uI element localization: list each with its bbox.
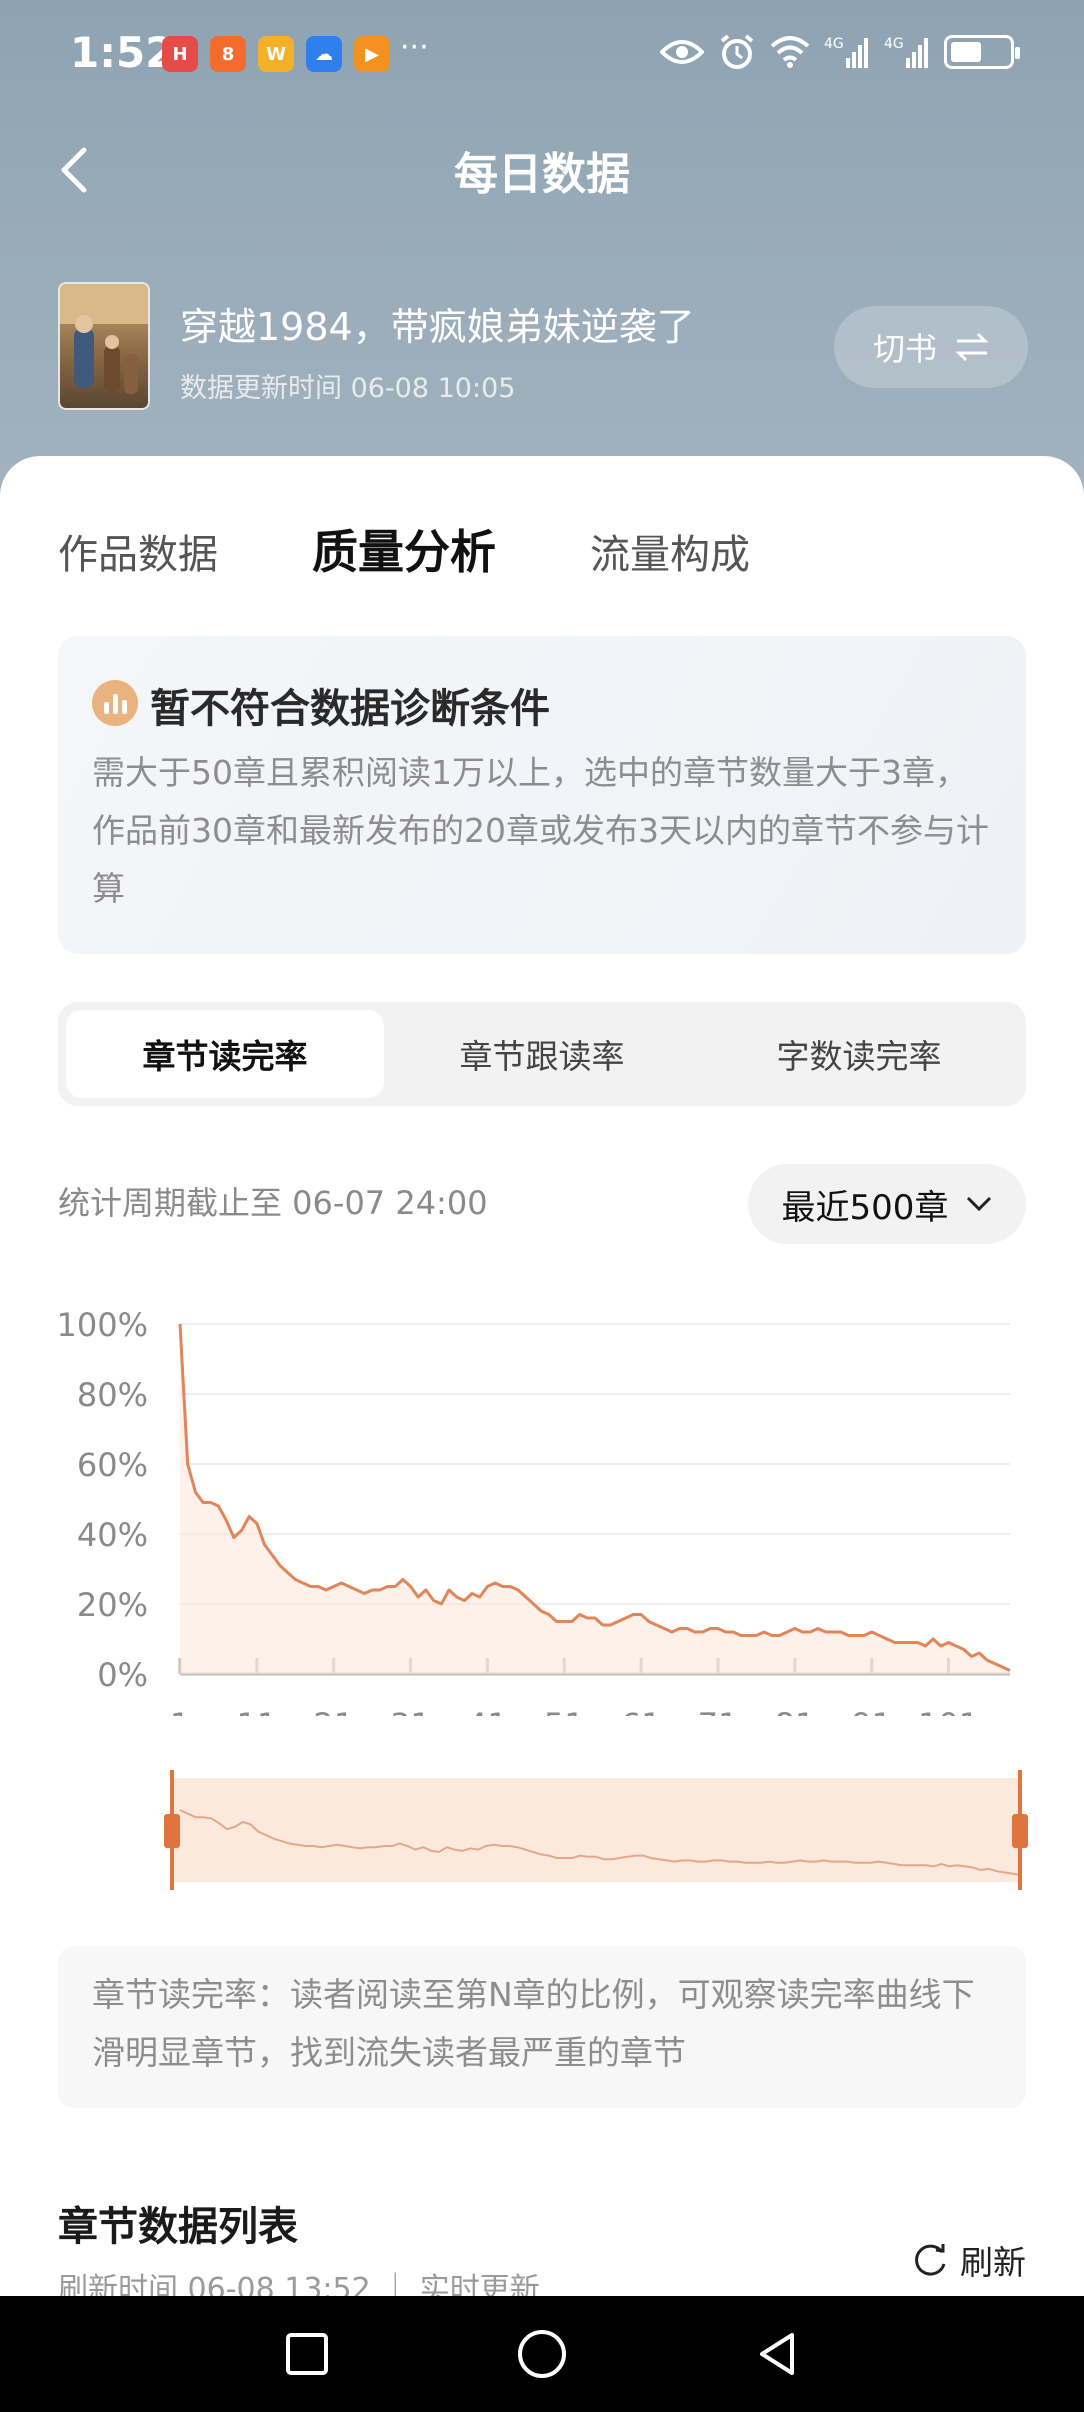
x-tick-label: 41 [467, 1706, 508, 1716]
system-nav-bar [0, 2296, 1084, 2412]
swap-icon [955, 332, 989, 362]
metric-segment-control: 章节读完率 章节跟读率 字数读完率 [58, 1002, 1026, 1106]
svg-text:4G: 4G [884, 36, 904, 52]
switch-book-label: 切书 [872, 330, 937, 368]
segment-chapter-completion[interactable]: 章节读完率 [66, 1010, 384, 1098]
chart-bars-icon [92, 680, 138, 726]
y-tick-label: 40% [77, 1516, 148, 1554]
stat-period: 统计周期截止至 06-07 24:00 [58, 1184, 488, 1222]
recent-apps-button[interactable] [282, 2329, 332, 2379]
series-area [180, 1324, 1010, 1674]
x-tick-label: 1 [170, 1706, 190, 1716]
status-bar: 1:52 H 8 W ☁ ▶ ··· 4G 4G [0, 0, 1084, 110]
metric-description: 章节读完率：读者阅读至第N章的比例，可观察读完率曲线下滑明显章节，找到流失读者最… [58, 1946, 1026, 2108]
back-nav-button[interactable] [752, 2329, 802, 2379]
x-tick-label: 31 [390, 1706, 431, 1716]
y-tick-label: 80% [77, 1376, 148, 1414]
signal-4g-icon: 4G [824, 32, 870, 72]
content-card: 作品数据 质量分析 流量构成 暂不符合数据诊断条件 需大于50章且累积阅读1万以… [0, 456, 1084, 2307]
range-dropdown-label: 最近500章 [781, 1187, 949, 1228]
tab-bar: 作品数据 质量分析 流量构成 [58, 516, 844, 582]
notice-body: 需大于50章且累积阅读1万以上，选中的章节数量大于3章，作品前30章和最新发布的… [92, 753, 989, 908]
y-tick-label: 20% [77, 1586, 148, 1624]
signal-4g-icon-2: 4G [884, 32, 930, 72]
segment-word-completion[interactable]: 字数读完率 [700, 1010, 1018, 1098]
slider-right-handle[interactable] [1012, 1814, 1028, 1848]
home-button[interactable] [515, 2327, 569, 2381]
tab-quality-analysis[interactable]: 质量分析 [312, 516, 496, 582]
x-tick-label: 91 [851, 1706, 892, 1716]
x-tick-label: 81 [774, 1706, 815, 1716]
status-indicators: 4G 4G [660, 32, 1020, 72]
book-cover-image [58, 282, 150, 410]
huawei-app-icon: H [162, 36, 198, 72]
y-tick-label: 0% [97, 1656, 148, 1694]
weather-app-icon: ☁ [306, 36, 342, 72]
alarm-icon [718, 32, 756, 72]
notice-title: 暂不符合数据诊断条件 [150, 686, 550, 732]
y-tick-label: 100% [57, 1306, 148, 1344]
eye-icon [660, 32, 704, 72]
battery-icon [944, 35, 1020, 69]
status-more-icon: ··· [400, 30, 429, 65]
weibo-app-icon: W [258, 36, 294, 72]
page-title: 每日数据 [454, 149, 630, 200]
range-dropdown[interactable]: 最近500章 [748, 1164, 1026, 1244]
x-tick-label: 11 [236, 1706, 277, 1716]
status-app-icons: H 8 W ☁ ▶ [162, 36, 390, 72]
x-tick-label: 21 [313, 1706, 354, 1716]
wifi-icon [770, 32, 810, 72]
book-update-time: 数据更新时间 06-08 10:05 [180, 373, 516, 404]
book-title: 穿越1984，带疯娘弟妹逆袭了 [180, 305, 695, 349]
y-tick-label: 60% [77, 1446, 148, 1484]
chapter-list-title: 章节数据列表 [58, 2204, 298, 2250]
refresh-icon [915, 2244, 946, 2276]
diagnosis-notice: 暂不符合数据诊断条件 需大于50章且累积阅读1万以上，选中的章节数量大于3章，作… [58, 636, 1026, 954]
x-tick-label: 51 [544, 1706, 585, 1716]
range-slider[interactable] [0, 1770, 1084, 1890]
nav-bar: 每日数据 [0, 120, 1084, 220]
segment-chapter-follow[interactable]: 章节跟读率 [383, 1010, 701, 1098]
chevron-down-icon [967, 1196, 992, 1212]
tab-traffic-composition[interactable]: 流量构成 [590, 522, 750, 580]
refresh-button[interactable]: 刷新 [910, 2236, 1026, 2284]
tab-work-data[interactable]: 作品数据 [58, 522, 218, 580]
status-time: 1:52 [70, 28, 175, 77]
x-tick-label: 61 [621, 1706, 662, 1716]
book-info: 穿越1984，带疯娘弟妹逆袭了 数据更新时间 06-08 10:05 切书 [58, 282, 1028, 412]
switch-book-button[interactable]: 切书 [834, 306, 1028, 388]
player-app-icon: ▶ [354, 36, 390, 72]
x-tick-label: 71 [698, 1706, 739, 1716]
slider-selection [172, 1778, 1020, 1882]
svg-text:4G: 4G [824, 36, 844, 52]
video-app-icon: 8 [210, 36, 246, 72]
completion-rate-chart: 100%80%60%40%20%0%1112131415161718191101 [57, 1306, 1011, 1716]
slider-left-handle[interactable] [164, 1814, 180, 1848]
x-tick-label: 101 [918, 1706, 979, 1716]
refresh-label: 刷新 [960, 2243, 1026, 2282]
